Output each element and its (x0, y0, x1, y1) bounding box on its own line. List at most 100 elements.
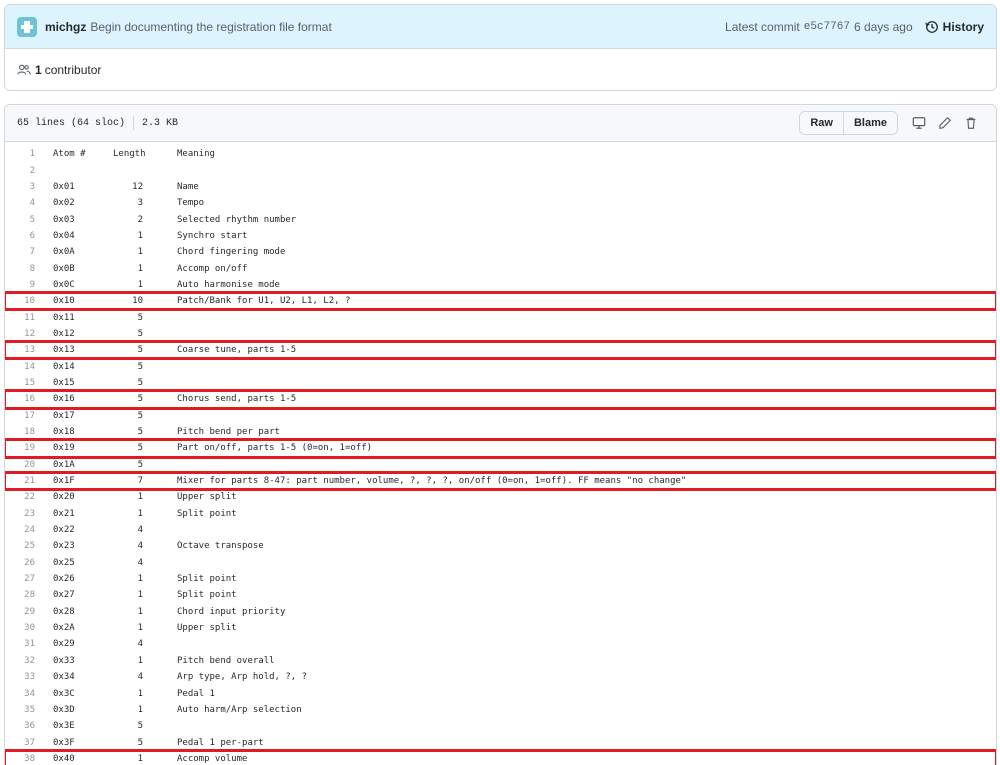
line-number[interactable]: 32 (5, 656, 39, 666)
desktop-icon[interactable] (906, 112, 932, 134)
length-cell: 5 (137, 427, 143, 438)
line-number[interactable]: 12 (5, 329, 39, 339)
code-line: 32 0x33 1 Pitch bend overall (5, 653, 996, 669)
meaning-cell: Mixer for parts 8-47: part number, volum… (177, 476, 687, 487)
line-number[interactable]: 29 (5, 607, 39, 617)
line-number[interactable]: 2 (5, 166, 39, 176)
code-line: 15 0x15 5 (5, 375, 996, 391)
line-number[interactable]: 24 (5, 525, 39, 535)
length-cell: 4 (137, 557, 143, 568)
line-number[interactable]: 27 (5, 574, 39, 584)
line-number[interactable]: 36 (5, 721, 39, 731)
length-cell: 1 (137, 606, 143, 617)
atom-cell: 0x27 (53, 590, 75, 601)
length-cell: 3 (137, 198, 143, 209)
code-line: 33 0x34 4 Arp type, Arp hold, ?, ? (5, 669, 996, 685)
meaning-cell: Tempo (177, 198, 205, 209)
line-number[interactable]: 8 (5, 264, 39, 274)
length-cell: 1 (137, 655, 143, 666)
meaning-cell: Upper split (177, 623, 237, 634)
commit-sha[interactable]: e5c7767 (804, 21, 850, 33)
atom-cell: 0x1A (53, 459, 75, 470)
line-number[interactable]: 7 (5, 247, 39, 257)
avatar[interactable] (17, 16, 37, 37)
atom-cell: 0x3F (53, 737, 75, 748)
atom-cell: 0x11 (53, 312, 75, 323)
code-line: 26 0x25 4 (5, 555, 996, 571)
line-number[interactable]: 31 (5, 639, 39, 649)
line-number[interactable]: 3 (5, 182, 39, 192)
history-link[interactable]: History (924, 20, 984, 34)
meaning-cell: Pitch bend overall (177, 655, 275, 666)
raw-button[interactable]: Raw (800, 112, 843, 134)
line-number[interactable]: 17 (5, 411, 39, 421)
atom-cell: 0x40 (53, 753, 75, 764)
atom-cell: 0x19 (53, 443, 75, 454)
trash-icon[interactable] (958, 112, 984, 134)
atom-cell: 0x16 (53, 394, 75, 405)
line-number[interactable]: 16 (5, 394, 39, 404)
line-number[interactable]: 34 (5, 689, 39, 699)
atom-cell: 0x15 (53, 377, 75, 388)
atom-cell: 0x18 (53, 427, 75, 438)
meaning-cell: Pitch bend per part (177, 427, 280, 438)
length-cell: 1 (137, 279, 143, 290)
line-number[interactable]: 5 (5, 215, 39, 225)
line-number[interactable]: 35 (5, 705, 39, 715)
line-number[interactable]: 21 (5, 476, 39, 486)
meaning-cell: Octave transpose (177, 541, 264, 552)
pencil-icon[interactable] (932, 112, 958, 134)
commit-author[interactable]: michgz (45, 20, 86, 34)
length-cell: 5 (137, 345, 143, 356)
line-number[interactable]: 14 (5, 362, 39, 372)
meaning-cell: Pedal 1 per-part (177, 737, 264, 748)
blame-button[interactable]: Blame (842, 112, 897, 134)
commit-message[interactable]: Begin documenting the registration file … (90, 20, 331, 34)
code-line: 2 (5, 162, 996, 178)
line-number[interactable]: 26 (5, 558, 39, 568)
code-line: 29 0x28 1 Chord input priority (5, 604, 996, 620)
line-number[interactable]: 23 (5, 509, 39, 519)
line-number[interactable]: 11 (5, 313, 39, 323)
line-number[interactable]: 15 (5, 378, 39, 388)
length-cell: 5 (137, 737, 143, 748)
contributors-row[interactable]: 1 contributor (5, 49, 996, 91)
length-cell: 5 (137, 312, 143, 323)
atom-cell: 0x3C (53, 688, 75, 699)
line-number[interactable]: 38 (5, 754, 39, 764)
line-number[interactable]: 10 (5, 296, 39, 306)
line-number[interactable]: 13 (5, 345, 39, 355)
atom-cell: 0x1F (53, 476, 75, 487)
length-cell: 4 (137, 541, 143, 552)
meaning-cell: Accomp on/off (177, 263, 248, 274)
length-cell: 1 (137, 492, 143, 503)
length-cell: 4 (137, 525, 143, 536)
divider (133, 116, 135, 130)
line-number[interactable]: 19 (5, 443, 39, 453)
line-number[interactable]: 4 (5, 198, 39, 208)
atom-cell: 0x0A (53, 247, 75, 258)
line-number[interactable]: 30 (5, 623, 39, 633)
atom-cell: 0x25 (53, 557, 75, 568)
commit-box: michgz Begin documenting the registratio… (4, 4, 997, 91)
line-number[interactable]: 6 (5, 231, 39, 241)
file-lines-info: 65 lines (64 sloc) (17, 117, 126, 129)
length-cell: 5 (137, 721, 143, 732)
length-cell: 5 (137, 443, 143, 454)
line-number[interactable]: 1 (5, 149, 39, 159)
code-line: 34 0x3C 1 Pedal 1 (5, 685, 996, 701)
line-number[interactable]: 28 (5, 590, 39, 600)
line-number[interactable]: 33 (5, 672, 39, 682)
line-number[interactable]: 22 (5, 492, 39, 502)
contributor-label: contributor (44, 63, 102, 77)
meaning-cell: Chorus send, parts 1-5 (177, 394, 297, 405)
line-number[interactable]: 37 (5, 738, 39, 748)
line-number[interactable]: 18 (5, 427, 39, 437)
line-number[interactable]: 25 (5, 541, 39, 551)
file-actions: Raw Blame (799, 111, 984, 135)
meaning-cell: Upper split (177, 492, 237, 503)
code-line: 11 0x11 5 (5, 309, 996, 325)
line-number[interactable]: 20 (5, 460, 39, 470)
code-line: 8 0x0B 1 Accomp on/off (5, 260, 996, 276)
line-number[interactable]: 9 (5, 280, 39, 290)
